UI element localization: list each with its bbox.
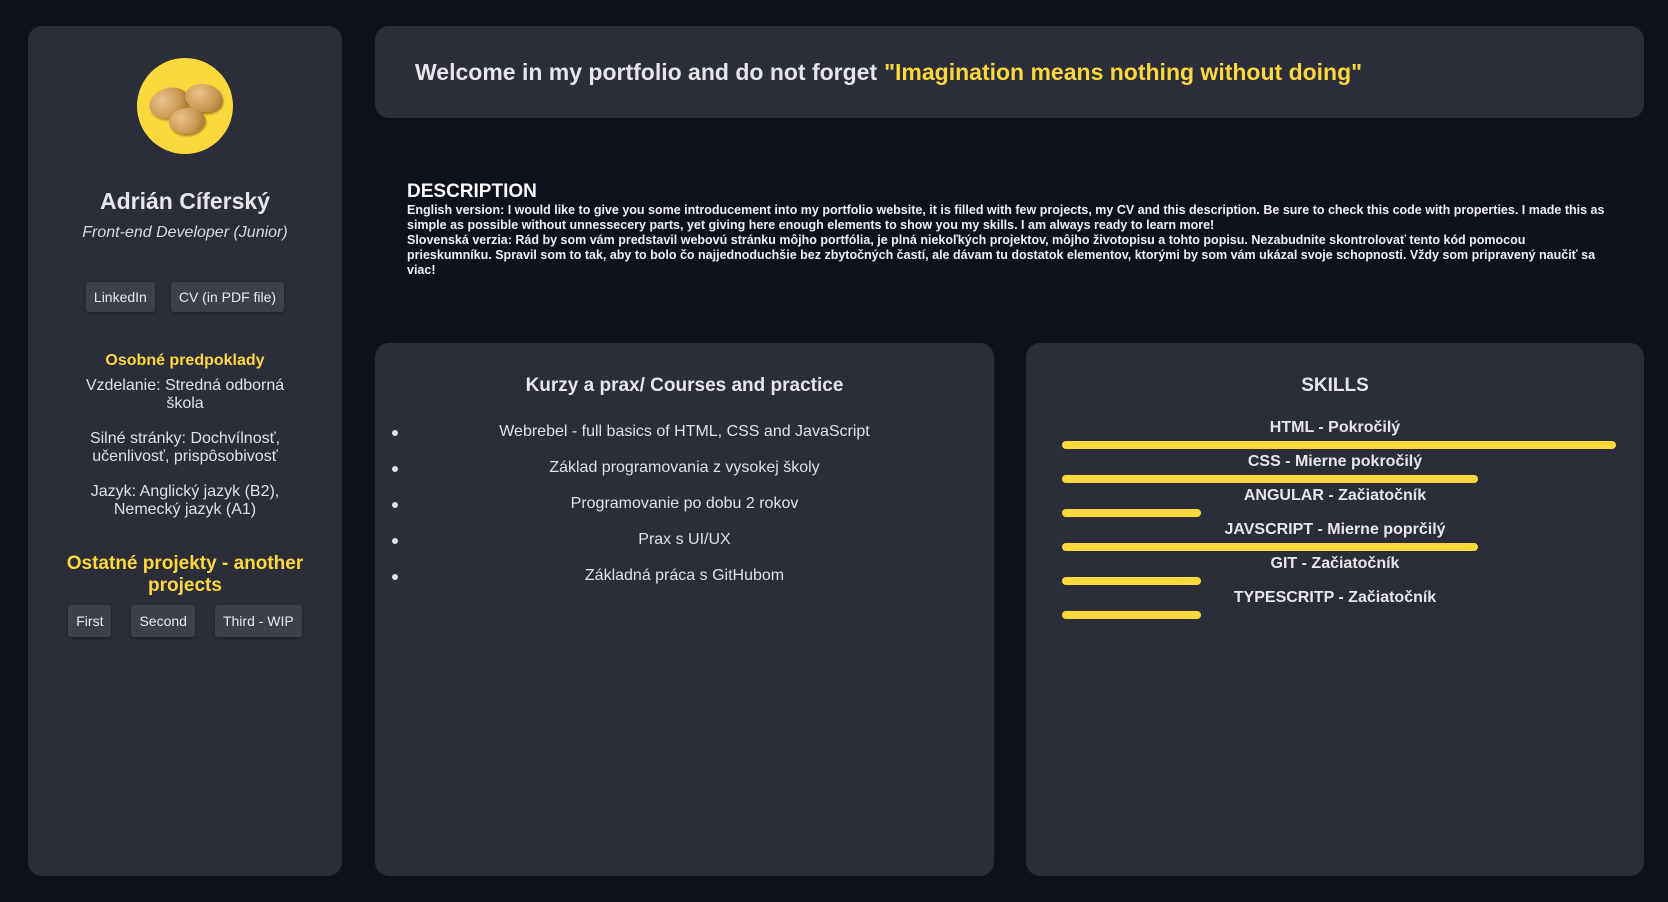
skill-label: JAVSCRIPT - Mierne poprčilý [1224, 521, 1446, 538]
list-item: Programovanie po dobu 2 rokov [375, 495, 994, 531]
list-item: Základ programovania z vysokej školy [375, 459, 994, 495]
courses-title: Kurzy a prax/ Courses and practice [525, 375, 844, 396]
skill-label: TYPESCRITP - Začiatočník [1233, 589, 1437, 606]
profile-role: Front-end Developer (Junior) [82, 224, 288, 241]
skill-item: TYPESCRITP - Začiatočník [1026, 589, 1644, 623]
strengths-text: Silné stránky: Dochvílnosť, učenlivosť, … [89, 430, 281, 465]
welcome-quote: "Imagination means nothing without doing… [884, 58, 1363, 85]
courses-card: Kurzy a prax/ Courses and practice Webre… [375, 343, 994, 876]
avatar [137, 58, 233, 154]
profile-name: Adrián Cíferský [99, 188, 270, 214]
welcome-banner: Welcome in my portfolio and do not forge… [375, 26, 1644, 118]
skill-label: HTML - Pokročilý [1269, 419, 1401, 436]
skill-label: CSS - Mierne pokročilý [1247, 453, 1423, 470]
project-first-button[interactable]: First [68, 605, 112, 637]
skill-item: JAVSCRIPT - Mierne poprčilý [1026, 521, 1644, 555]
project-second-button[interactable]: Second [131, 605, 195, 637]
languages-text: Jazyk: Anglický jazyk (B2), Nemecký jazy… [90, 483, 280, 518]
description-slovak: Slovenská verzia: Rád by som vám predsta… [407, 233, 1596, 277]
skill-bar [1062, 611, 1201, 619]
skills-list: HTML - Pokročilý CSS - Mierne pokročilý … [1026, 419, 1644, 623]
list-item: Webrebel - full basics of HTML, CSS and … [375, 423, 994, 459]
description-section: DESCRIPTION English version: I would lik… [407, 181, 1612, 278]
skill-item: GIT - Začiatočník [1026, 555, 1644, 589]
project-third-button[interactable]: Third - WIP [214, 605, 302, 637]
linkedin-button[interactable]: LinkedIn [85, 282, 155, 312]
education-text: Vzdelanie: Stredná odborná škola [85, 377, 285, 412]
description-english: English version: I would like to give yo… [407, 203, 1605, 232]
skills-title: SKILLS [1301, 375, 1369, 396]
skill-bar [1062, 441, 1616, 449]
skill-bar [1062, 577, 1201, 585]
courses-list: Webrebel - full basics of HTML, CSS and … [375, 423, 994, 603]
skill-bar [1062, 543, 1478, 551]
list-item: Prax s UI/UX [375, 531, 994, 567]
skill-bar [1062, 475, 1478, 483]
skill-label: GIT - Začiatočník [1270, 555, 1400, 572]
skill-item: HTML - Pokročilý [1026, 419, 1644, 453]
projects-links: First Second Third - WIP [28, 605, 342, 637]
cv-pdf-button[interactable]: CV (in PDF file) [170, 282, 285, 312]
projects-heading: Ostatné projekty - another projects [66, 553, 304, 596]
profile-sidebar: Adrián Cíferský Front-end Developer (Jun… [28, 26, 342, 876]
skills-card: SKILLS HTML - Pokročilý CSS - Mierne pok… [1026, 343, 1644, 876]
skill-label: ANGULAR - Začiatočník [1243, 487, 1427, 504]
welcome-text: Welcome in my portfolio and do not forge… [415, 58, 878, 85]
description-title: DESCRIPTION [407, 181, 537, 202]
skill-item: CSS - Mierne pokročilý [1026, 453, 1644, 487]
skill-item: ANGULAR - Začiatočník [1026, 487, 1644, 521]
personal-heading: Osobné predpoklady [105, 352, 265, 369]
list-item: Základná práca s GitHubom [375, 567, 994, 603]
skill-bar [1062, 509, 1201, 517]
profile-links: LinkedIn CV (in PDF file) [28, 282, 342, 312]
